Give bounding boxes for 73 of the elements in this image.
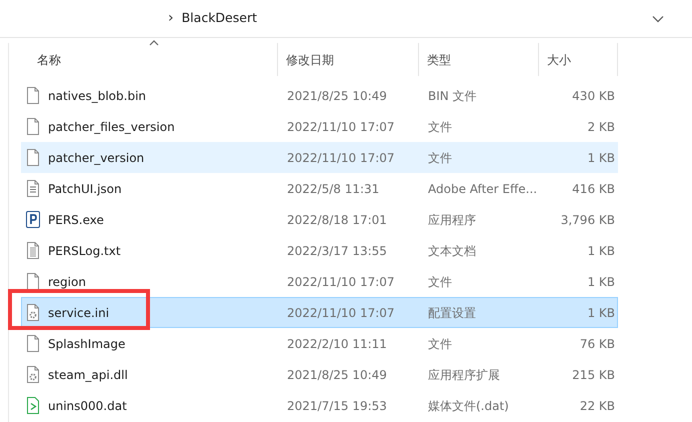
file-row[interactable]: unins000.dat 2021/7/15 19:53 媒体文件(.dat) 22 KB xyxy=(21,390,618,421)
modified-date: 2022/11/10 17:07 xyxy=(287,274,395,288)
column-header[interactable]: 类型 xyxy=(419,43,539,76)
file-size: 1 KB xyxy=(587,274,615,288)
modified-date: 2022/5/8 11:31 xyxy=(287,182,380,196)
modified-date: 2022/11/10 17:07 xyxy=(287,306,395,320)
file-size: 1 KB xyxy=(587,150,615,164)
column-header[interactable]: 大小 xyxy=(539,43,618,76)
file-name: patcher_files_version xyxy=(48,118,175,136)
text-file-icon xyxy=(26,242,40,259)
file-row[interactable]: PERSLog.txt 2022/3/17 13:55 文本文档 1 KB xyxy=(21,235,618,266)
modified-date: 2022/2/10 11:11 xyxy=(287,336,387,350)
document-icon xyxy=(26,180,40,197)
file-name: SplashImage xyxy=(48,336,126,352)
file-name: PatchUI.json xyxy=(48,180,122,198)
file-type: 配置设置 xyxy=(428,306,476,320)
file-icon xyxy=(26,87,40,104)
file-name: unins000.dat xyxy=(48,398,127,414)
file-size: 1 KB xyxy=(587,244,615,258)
file-icon xyxy=(26,118,40,135)
file-name: PERSLog.txt xyxy=(48,242,121,260)
file-row[interactable]: service.ini 2022/11/10 17:07 配置设置 1 KB xyxy=(21,297,618,328)
file-row[interactable]: patcher_version 2022/11/10 17:07 文件 1 KB xyxy=(21,142,618,173)
file-type: 应用程序 xyxy=(428,212,476,226)
file-type: 文件 xyxy=(428,274,452,288)
file-size: 2 KB xyxy=(587,120,615,134)
file-name: patcher_version xyxy=(48,150,144,166)
file-row[interactable]: region 2022/11/10 17:07 文件 1 KB xyxy=(21,266,618,297)
media-file-icon xyxy=(26,397,40,414)
file-row[interactable]: PERS.exe 2022/8/18 17:01 应用程序 3,796 KB xyxy=(21,204,618,235)
file-name: steam_api.dll xyxy=(48,366,128,384)
column-header[interactable]: 修改日期 xyxy=(278,43,419,76)
breadcrumb-folder[interactable]: BlackDesert xyxy=(182,9,257,28)
file-type: Adobe After Effe... xyxy=(428,182,538,196)
file-size: 76 KB xyxy=(580,336,615,350)
modified-date: 2022/3/17 13:55 xyxy=(287,244,387,258)
file-type: 媒体文件(.dat) xyxy=(428,398,509,412)
file-type: 文件 xyxy=(428,150,452,164)
modified-date: 2021/7/15 19:53 xyxy=(287,398,387,412)
column-header[interactable]: 名称 xyxy=(21,43,278,76)
settings-file-icon xyxy=(26,366,40,383)
modified-date: 2021/8/25 10:49 xyxy=(287,88,387,102)
file-row[interactable]: PatchUI.json 2022/5/8 11:31 Adobe After Effe... 416 KB xyxy=(21,173,618,204)
file-size: 3,796 KB xyxy=(560,212,615,226)
modified-date: 2022/11/10 17:07 xyxy=(287,120,395,134)
file-row[interactable]: SplashImage 2022/2/10 11:11 文件 76 KB xyxy=(21,328,618,359)
file-type: 文本文档 xyxy=(428,244,476,258)
file-name: region xyxy=(48,274,86,290)
file-size: 1 KB xyxy=(587,306,615,320)
file-row[interactable]: steam_api.dll 2021/8/25 10:49 应用程序扩展 215 KB xyxy=(21,359,618,390)
file-icon xyxy=(26,273,40,290)
modified-date: 2021/8/25 10:49 xyxy=(287,368,387,382)
file-row[interactable]: patcher_files_version 2022/11/10 17:07 文件 2 KB xyxy=(21,111,618,142)
file-type: 应用程序扩展 xyxy=(428,368,500,382)
application-icon xyxy=(26,211,40,228)
breadcrumb-separator: › xyxy=(168,9,174,28)
file-icon xyxy=(26,149,40,166)
file-row[interactable]: natives_blob.bin 2021/8/25 10:49 BIN 文件 430 KB xyxy=(21,80,618,111)
file-type: BIN 文件 xyxy=(428,88,477,102)
modified-date: 2022/8/18 17:01 xyxy=(287,212,387,226)
file-size: 22 KB xyxy=(580,398,615,412)
file-name: natives_blob.bin xyxy=(48,88,146,104)
file-icon xyxy=(26,335,40,352)
settings-file-icon xyxy=(26,304,40,321)
file-type: 文件 xyxy=(428,120,452,134)
file-size: 215 KB xyxy=(572,368,615,382)
dropdown-chevron-icon[interactable] xyxy=(652,14,664,22)
file-type: 文件 xyxy=(428,336,452,350)
file-size: 416 KB xyxy=(572,182,615,196)
file-size: 430 KB xyxy=(572,88,615,102)
modified-date: 2022/11/10 17:07 xyxy=(287,150,395,164)
file-name: PERS.exe xyxy=(48,212,104,228)
file-name: service.ini xyxy=(48,304,110,322)
